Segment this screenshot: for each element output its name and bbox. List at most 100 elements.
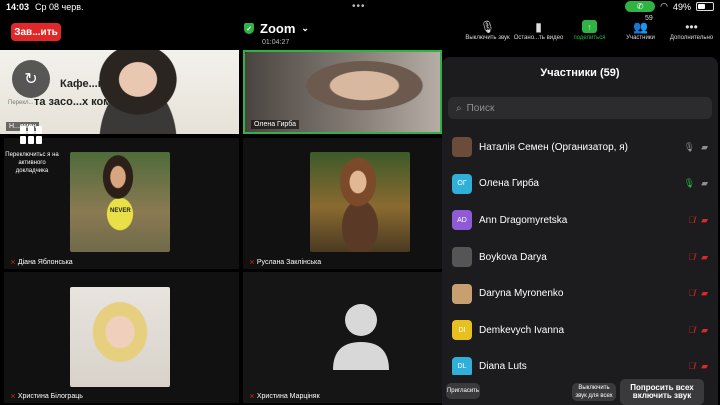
ask-unmute-button[interactable]: Попросить всех включить звук bbox=[620, 379, 704, 405]
mic-active-icon[interactable]: 🎙 bbox=[684, 178, 695, 189]
mute-label: Выключить звук bbox=[465, 35, 510, 41]
tile-name: ⨯ Руслана Заклінська bbox=[249, 258, 322, 267]
call-indicator-icon[interactable]: ✆ bbox=[625, 1, 656, 12]
switch-camera-button[interactable]: ↻ bbox=[12, 60, 50, 98]
tile-name-text: Христина Марціняк bbox=[256, 392, 320, 400]
mic-muted-icon[interactable]: 🎙̸ bbox=[688, 252, 695, 263]
switch-speaker-label[interactable]: Переключитьс я на активного докладчика bbox=[4, 151, 60, 175]
shirt-text: NEVER bbox=[110, 208, 131, 214]
participant-row[interactable]: DI Demkevych Ivanna 🎙̸ ▰ bbox=[442, 312, 718, 349]
tile-name: ⨯ Христина Марціняк bbox=[249, 392, 320, 401]
battery-percent: 49% bbox=[672, 1, 691, 12]
tile-name-text: Олена Гирба bbox=[254, 121, 296, 128]
speaker-view-icon[interactable] bbox=[20, 126, 42, 144]
shield-icon: ✓ bbox=[244, 23, 254, 34]
mic-muted-icon[interactable]: 🎙̸ bbox=[688, 288, 695, 299]
tile-name: ⨯ Діана Яблонська bbox=[10, 258, 73, 267]
video-tile[interactable]: ⨯ Христина Білограць bbox=[4, 272, 239, 403]
participant-name: Daryna Myronenko bbox=[479, 288, 564, 300]
tile-name: Олена Гирба bbox=[251, 120, 299, 129]
status-date: Ср 08 черв. bbox=[35, 2, 84, 12]
search-placeholder: Поиск bbox=[466, 102, 495, 114]
leave-button[interactable]: Зав...ить bbox=[11, 23, 61, 41]
participants-button[interactable]: 👥 59 Участники bbox=[615, 15, 666, 41]
mic-icon[interactable]: 🎙 bbox=[684, 142, 695, 153]
camera-icon: ▮ bbox=[535, 19, 542, 34]
video-off-icon[interactable]: ▰ bbox=[701, 288, 708, 299]
more-label: Дополнительно bbox=[669, 35, 714, 41]
share-icon: ↑ bbox=[582, 20, 597, 33]
mic-muted-icon[interactable]: 🎙̸ bbox=[688, 361, 695, 372]
avatar: ОГ bbox=[452, 173, 472, 194]
participant-name: Boykova Darya bbox=[479, 251, 547, 263]
video-off-icon[interactable]: ▰ bbox=[701, 361, 708, 372]
share-label: поделиться bbox=[573, 35, 606, 41]
video-icon[interactable]: ▰ bbox=[701, 142, 708, 153]
status-bar: 14:03 Ср 08 черв. ••• ✆ ◠ 49% bbox=[0, 0, 720, 14]
mic-off-icon: ⨯ bbox=[10, 259, 16, 266]
avatar: DL bbox=[452, 356, 472, 377]
mute-button[interactable]: 🎙 Выключить звук bbox=[462, 18, 513, 42]
mic-icon: 🎙 bbox=[479, 19, 496, 34]
avatar bbox=[452, 283, 472, 304]
participant-row[interactable]: Наталія Семен (Организатор, я) 🎙 ▰ bbox=[442, 129, 718, 166]
participant-row[interactable]: AD Ann Dragomyretska 🎙̸ ▰ bbox=[442, 202, 718, 239]
tile-name-text: Руслана Заклінська bbox=[256, 258, 322, 266]
participants-count: 59 bbox=[645, 15, 653, 22]
more-icon: ••• bbox=[685, 19, 698, 34]
avatar: AD bbox=[452, 210, 472, 231]
app-title: Zoom bbox=[260, 21, 296, 36]
elapsed-time: 01:04:27 bbox=[262, 39, 290, 46]
mic-off-icon: ⨯ bbox=[10, 393, 16, 400]
participants-label: Участники bbox=[626, 35, 655, 41]
participant-name: Demkevych Ivanna bbox=[479, 324, 565, 336]
mic-off-icon: ⨯ bbox=[249, 393, 255, 400]
mute-all-label: Выключить звук для всех bbox=[575, 385, 613, 399]
share-button[interactable]: ↑ поделиться bbox=[564, 18, 615, 41]
stop-video-button[interactable]: ▮ Остано...ть видео bbox=[513, 18, 564, 42]
more-button[interactable]: ••• Дополнительно bbox=[666, 18, 717, 42]
invite-button[interactable]: Пригласить bbox=[446, 383, 480, 399]
participant-photo bbox=[70, 152, 170, 252]
panel-footer: Пригласить Выключить звук для всех Попро… bbox=[442, 375, 718, 405]
tile-name-text: Христина Білограць bbox=[17, 392, 83, 400]
mute-all-button[interactable]: Выключить звук для всех bbox=[572, 383, 616, 401]
participants-panel: Участники (59) ⌕ Поиск Наталія Семен (Ор… bbox=[442, 57, 718, 405]
video-tile[interactable]: Олена Гирба bbox=[243, 50, 442, 134]
participant-row[interactable]: Boykova Darya 🎙̸ ▰ bbox=[442, 239, 718, 276]
participant-video bbox=[78, 50, 198, 134]
slide-small-text: Перекл... bbox=[8, 100, 34, 106]
meeting-title[interactable]: ✓ Zoom ⌄ bbox=[244, 21, 309, 36]
invite-label: Пригласить bbox=[446, 388, 480, 394]
participant-name: Ann Dragomyretska bbox=[479, 214, 568, 226]
participant-photo bbox=[70, 287, 170, 387]
participant-photo bbox=[310, 152, 410, 252]
avatar: DI bbox=[452, 320, 472, 341]
panel-title: Участники (59) bbox=[540, 67, 620, 79]
toolbar: 🎙 Выключить звук ▮ Остано...ть видео ↑ п… bbox=[462, 15, 717, 42]
avatar bbox=[452, 137, 472, 158]
mic-muted-icon[interactable]: 🎙̸ bbox=[688, 215, 695, 226]
video-icon[interactable]: ▰ bbox=[701, 178, 708, 189]
participants-list: Наталія Семен (Организатор, я) 🎙 ▰ ОГ Олена … bbox=[442, 129, 718, 385]
mic-off-icon: ⨯ bbox=[249, 259, 255, 266]
chevron-down-icon: ⌄ bbox=[301, 23, 309, 33]
participant-name: Diana Luts bbox=[479, 361, 527, 373]
mic-muted-icon[interactable]: 🎙̸ bbox=[688, 325, 695, 336]
video-off-icon[interactable]: ▰ bbox=[701, 252, 708, 263]
avatar bbox=[452, 247, 472, 268]
status-time: 14:03 bbox=[6, 2, 30, 12]
search-icon: ⌕ bbox=[456, 102, 462, 114]
multitask-dots-icon[interactable]: ••• bbox=[352, 1, 366, 12]
video-off-icon[interactable]: ▰ bbox=[701, 215, 708, 226]
tile-name: ⨯ Христина Білограць bbox=[10, 392, 83, 401]
participant-name: Наталія Семен (Организатор, я) bbox=[479, 141, 628, 153]
camera-switch-icon: ↻ bbox=[24, 71, 38, 88]
video-off-icon[interactable]: ▰ bbox=[701, 325, 708, 336]
participant-row[interactable]: Daryna Myronenko 🎙̸ ▰ bbox=[442, 275, 718, 312]
ask-unmute-label: Попросить всех включить звук bbox=[630, 383, 694, 400]
avatar-placeholder-icon bbox=[333, 304, 389, 370]
tile-name-text: Діана Яблонська bbox=[17, 258, 73, 266]
participant-row[interactable]: ОГ Олена Гирба 🎙 ▰ bbox=[442, 166, 718, 203]
search-input[interactable]: ⌕ Поиск bbox=[448, 97, 712, 119]
